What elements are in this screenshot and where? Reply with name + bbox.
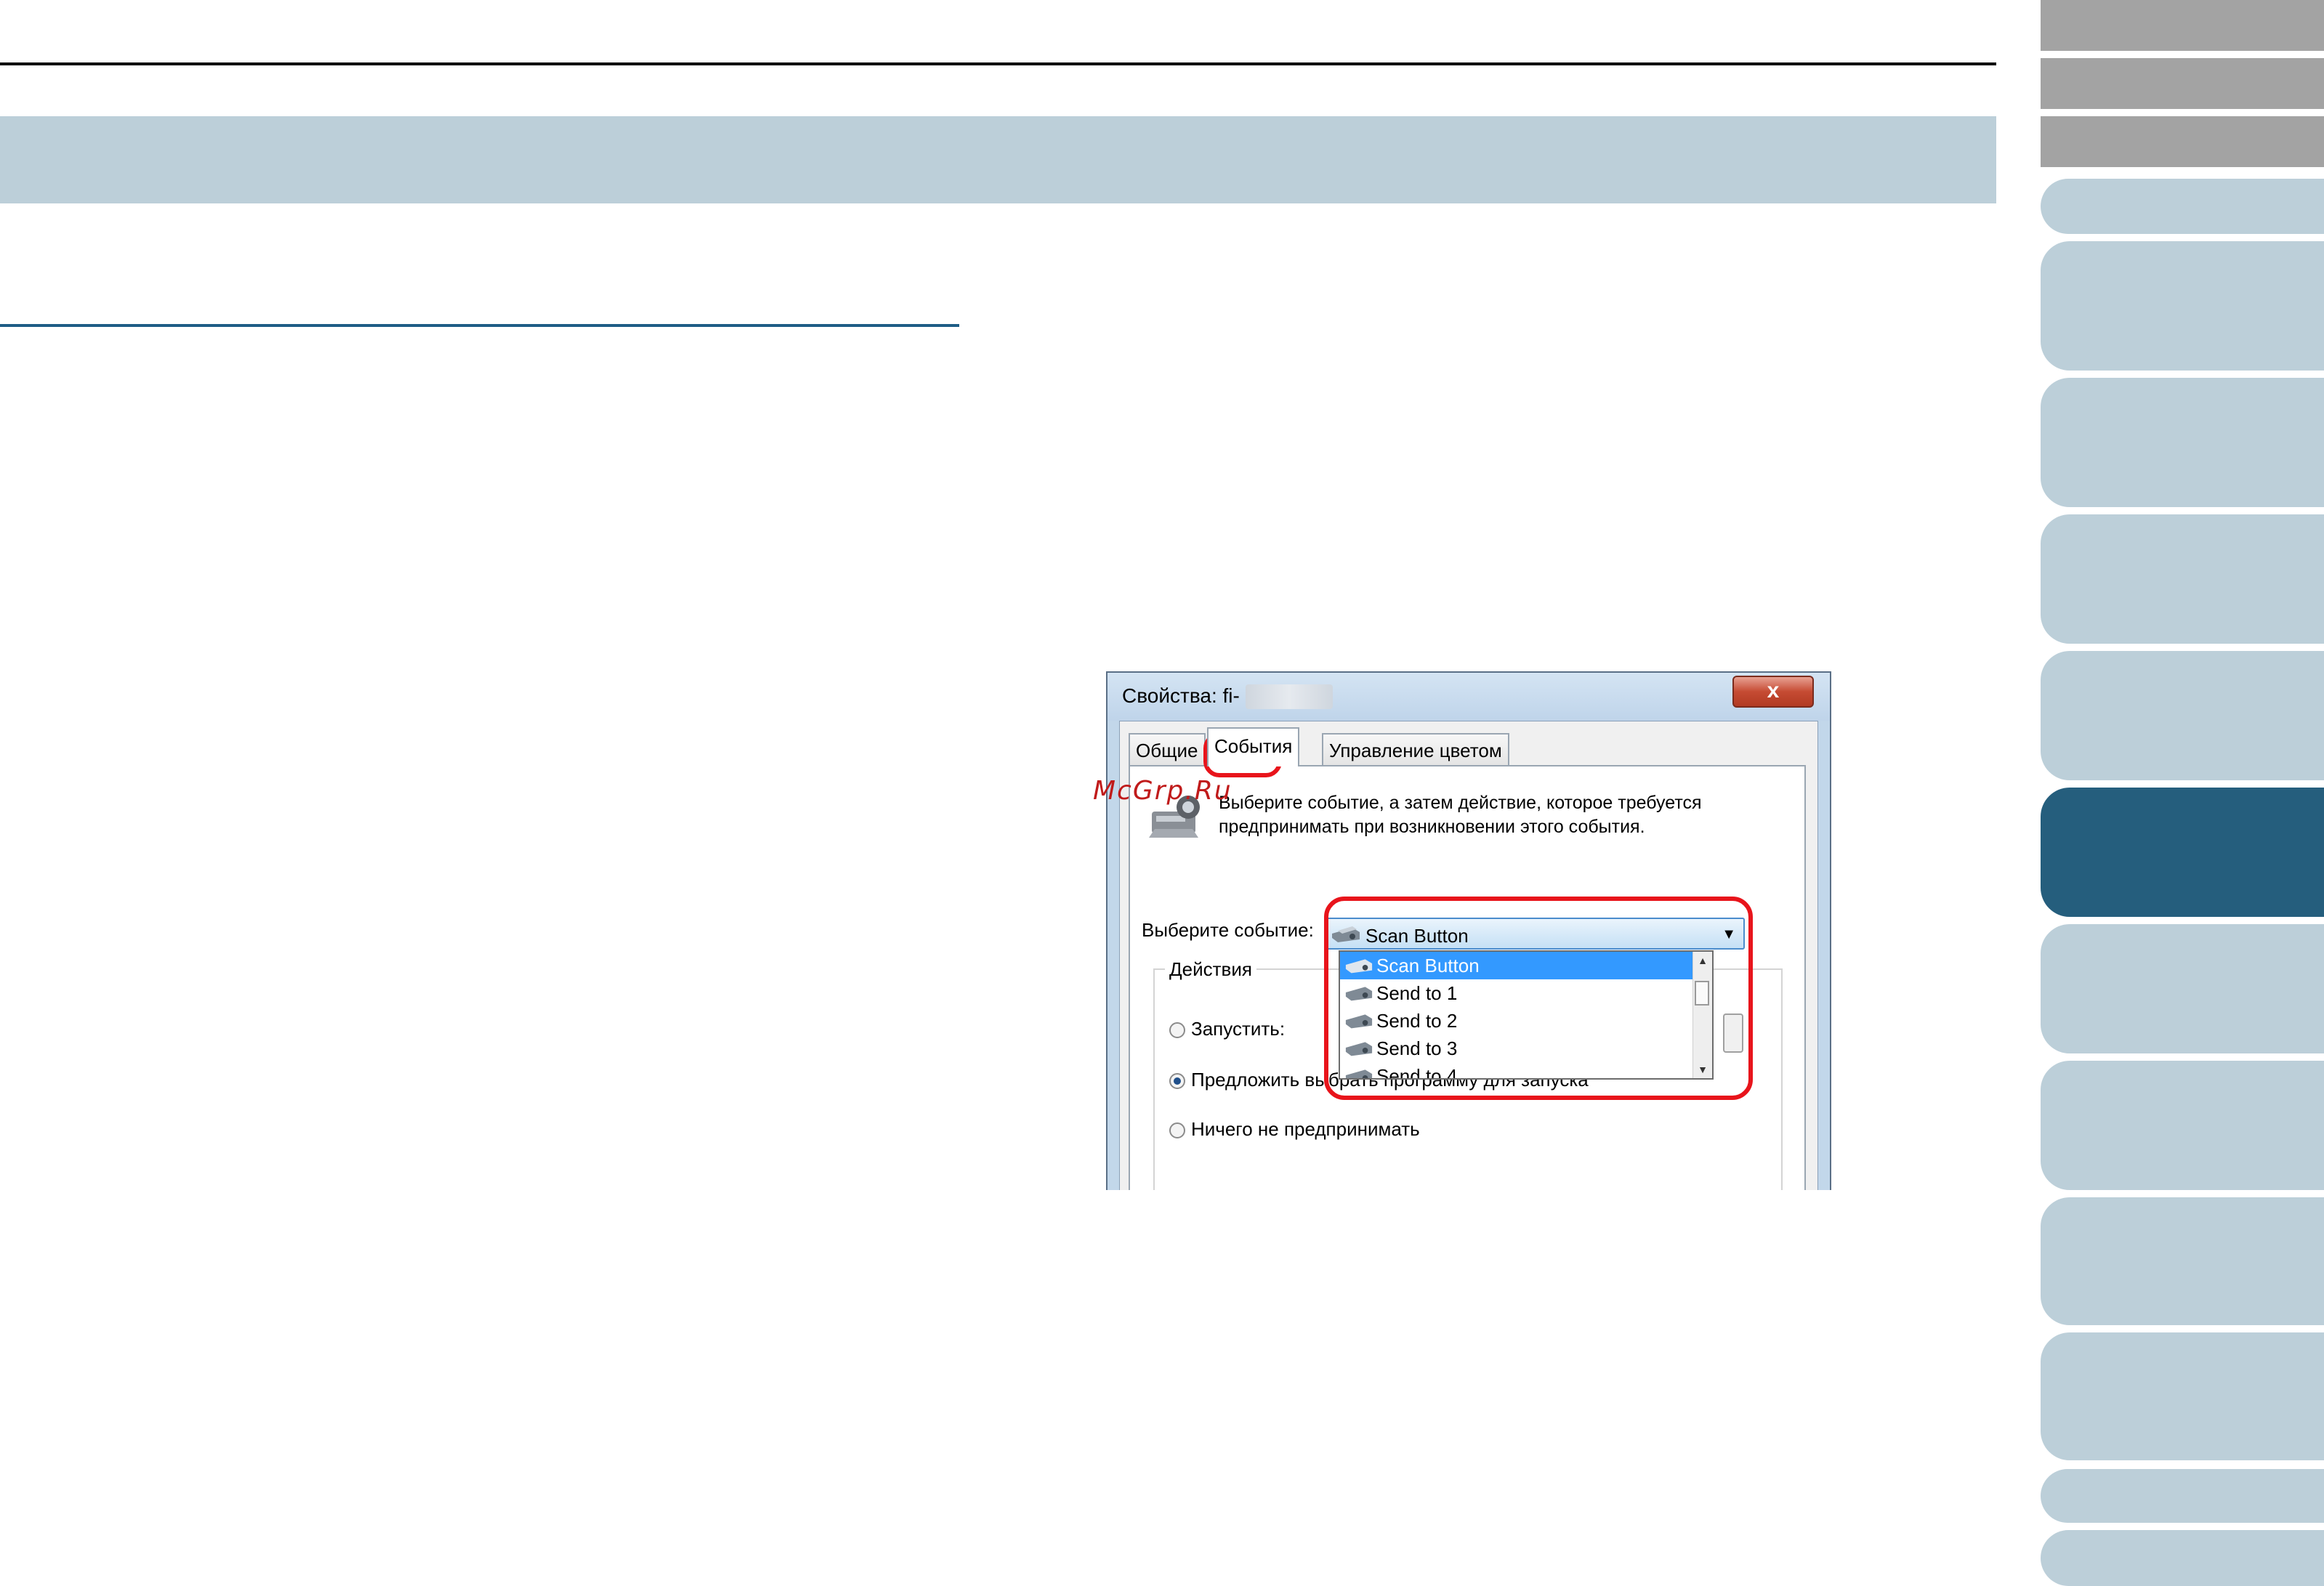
side-tab-8[interactable] — [2041, 1061, 2324, 1190]
radio-run[interactable]: Запустить: — [1169, 1018, 1285, 1040]
side-tab-6-active[interactable] — [2041, 788, 2324, 917]
side-tab-10[interactable] — [2041, 1332, 2324, 1460]
header-rule — [0, 62, 1996, 65]
close-button[interactable]: x — [1732, 676, 1814, 708]
radio-run-label: Запустить: — [1191, 1018, 1286, 1040]
dialog-title: Свойства: fi- — [1122, 684, 1240, 707]
model-name-blur — [1246, 684, 1333, 709]
actions-group-title: Действия — [1165, 958, 1256, 981]
dialog-titlebar: Свойства: fi- x — [1107, 673, 1830, 721]
section-header-band — [0, 116, 1996, 203]
tab-events[interactable]: События — [1207, 727, 1300, 766]
tab-general[interactable]: Общие — [1129, 733, 1206, 765]
section-rule — [0, 324, 959, 327]
radio-run-indicator[interactable] — [1169, 1022, 1185, 1039]
side-tab-2[interactable] — [2041, 241, 2324, 371]
event-select-label: Выберите событие: — [1142, 919, 1314, 941]
radio-prompt-indicator[interactable] — [1169, 1073, 1185, 1090]
watermark: McGrp.Ru — [1093, 776, 1232, 806]
highlight-event-dropdown — [1324, 897, 1753, 1100]
events-description: Выберите событие, а затем действие, кото… — [1219, 791, 1793, 839]
side-tab-top-3[interactable] — [2041, 116, 2324, 167]
tab-color-management[interactable]: Управление цветом — [1322, 733, 1509, 765]
side-tab-4[interactable] — [2041, 514, 2324, 644]
description-line-1: Выберите событие, а затем действие, кото… — [1219, 793, 1702, 813]
side-tab-11[interactable] — [2041, 1469, 2324, 1523]
radio-nothing-indicator[interactable] — [1169, 1122, 1185, 1139]
side-tab-top-1[interactable] — [2041, 0, 2324, 51]
side-tab-9[interactable] — [2041, 1197, 2324, 1325]
side-tab-3[interactable] — [2041, 378, 2324, 507]
description-line-2: предпринимать при возникновении этого со… — [1219, 817, 1645, 837]
close-icon: x — [1767, 679, 1780, 703]
side-tab-12[interactable] — [2041, 1530, 2324, 1586]
radio-nothing[interactable]: Ничего не предпринимать — [1169, 1118, 1420, 1141]
side-tab-7[interactable] — [2041, 924, 2324, 1053]
side-tab-5[interactable] — [2041, 651, 2324, 780]
side-tab-top-2[interactable] — [2041, 58, 2324, 109]
side-tab-1[interactable] — [2041, 179, 2324, 234]
radio-nothing-label: Ничего не предпринимать — [1191, 1118, 1420, 1140]
